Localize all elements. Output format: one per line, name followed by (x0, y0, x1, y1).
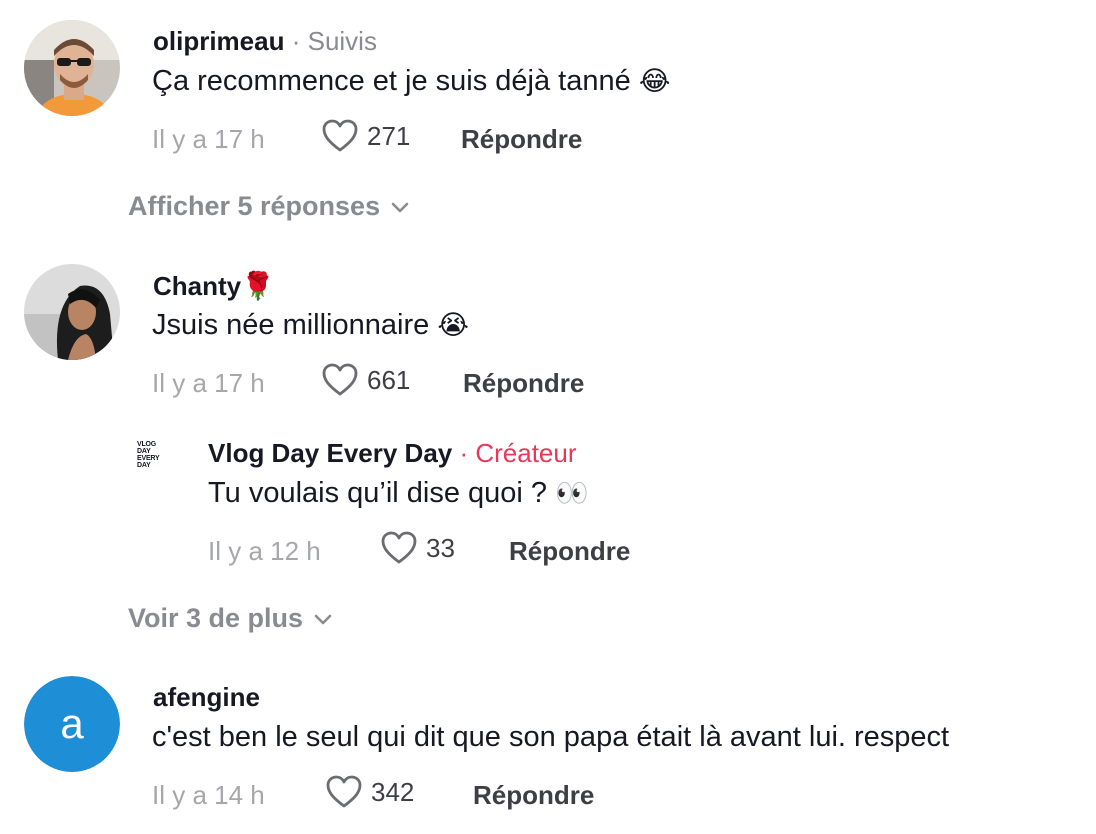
comment-time: Il y a 14 h (152, 780, 265, 810)
heart-icon[interactable] (380, 530, 418, 566)
comment-time: Il y a 17 h (152, 124, 265, 154)
view-more-label: Voir 3 de plus (128, 603, 304, 633)
reply-button[interactable]: Répondre (463, 368, 584, 399)
reply-button[interactable]: Répondre (509, 536, 630, 567)
chevron-down-icon (314, 614, 332, 624)
comment-time: Il y a 17 h (152, 368, 265, 398)
comment-username[interactable]: oliprimeau · Suivis (153, 26, 377, 57)
username-text[interactable]: Chanty (153, 271, 241, 301)
like-button[interactable]: 33 (380, 530, 455, 566)
like-count: 661 (367, 364, 411, 395)
heart-icon[interactable] (321, 118, 359, 154)
username-text[interactable]: afengine (153, 682, 260, 712)
view-replies-button[interactable]: Afficher 5 réponses (128, 191, 410, 222)
comment-username[interactable]: afengine (153, 682, 260, 713)
like-button[interactable]: 661 (321, 362, 410, 398)
like-count: 271 (367, 120, 411, 151)
reply-body: Tu voulais qu’il dise quoi ? (208, 477, 548, 509)
comment-text: Jsuis née millionnaire 😭 (152, 309, 469, 342)
comment-username[interactable]: Chanty🌹 (153, 270, 275, 302)
laughing-emoji-icon: 😂 (638, 66, 671, 97)
view-replies-label: Afficher 5 réponses (128, 191, 381, 221)
comment-text: c'est ben le seul qui dit que son papa é… (152, 721, 949, 754)
reply-time: Il y a 12 h (208, 536, 321, 566)
username-text[interactable]: oliprimeau (153, 26, 284, 56)
like-count: 342 (371, 776, 415, 807)
comment-body: Jsuis née millionnaire (152, 309, 430, 341)
comment-text: Ça recommence et je suis déjà tanné 😂 (152, 65, 670, 98)
reply-username[interactable]: Vlog Day Every Day · Créateur (208, 438, 577, 469)
like-count: 33 (426, 532, 455, 563)
like-button[interactable]: 271 (321, 118, 410, 154)
chevron-down-icon (391, 202, 409, 212)
logo-line: EVERY (137, 455, 160, 462)
eyes-emoji-icon: 👀 (555, 478, 589, 509)
reply-text: Tu voulais qu’il dise quoi ? 👀 (208, 477, 589, 510)
creator-tag: · Créateur (459, 438, 577, 468)
creator-avatar[interactable]: VLOG DAY EVERY DAY (137, 441, 177, 469)
reply-button[interactable]: Répondre (461, 124, 582, 155)
avatar[interactable] (24, 20, 120, 116)
heart-icon[interactable] (325, 774, 363, 810)
reply-button[interactable]: Répondre (473, 780, 594, 811)
view-more-replies-button[interactable]: Voir 3 de plus (128, 603, 333, 634)
heart-icon[interactable] (321, 362, 359, 398)
following-tag: · Suivis (291, 26, 377, 56)
logo-line: VLOG (137, 441, 157, 448)
logo-line: DAY (137, 462, 151, 469)
avatar-letter: a (24, 676, 120, 772)
comment-body: c'est ben le seul qui dit que son papa é… (152, 721, 950, 753)
logo-line: DAY (137, 448, 151, 455)
like-button[interactable]: 342 (325, 774, 414, 810)
avatar[interactable] (24, 264, 120, 360)
comment-body: Ça recommence et je suis déjà tanné (152, 65, 631, 97)
rose-emoji-icon: 🌹 (241, 271, 275, 302)
username-text[interactable]: Vlog Day Every Day (208, 438, 452, 468)
crying-emoji-icon: 😭 (437, 310, 469, 341)
avatar[interactable]: a (24, 676, 120, 772)
